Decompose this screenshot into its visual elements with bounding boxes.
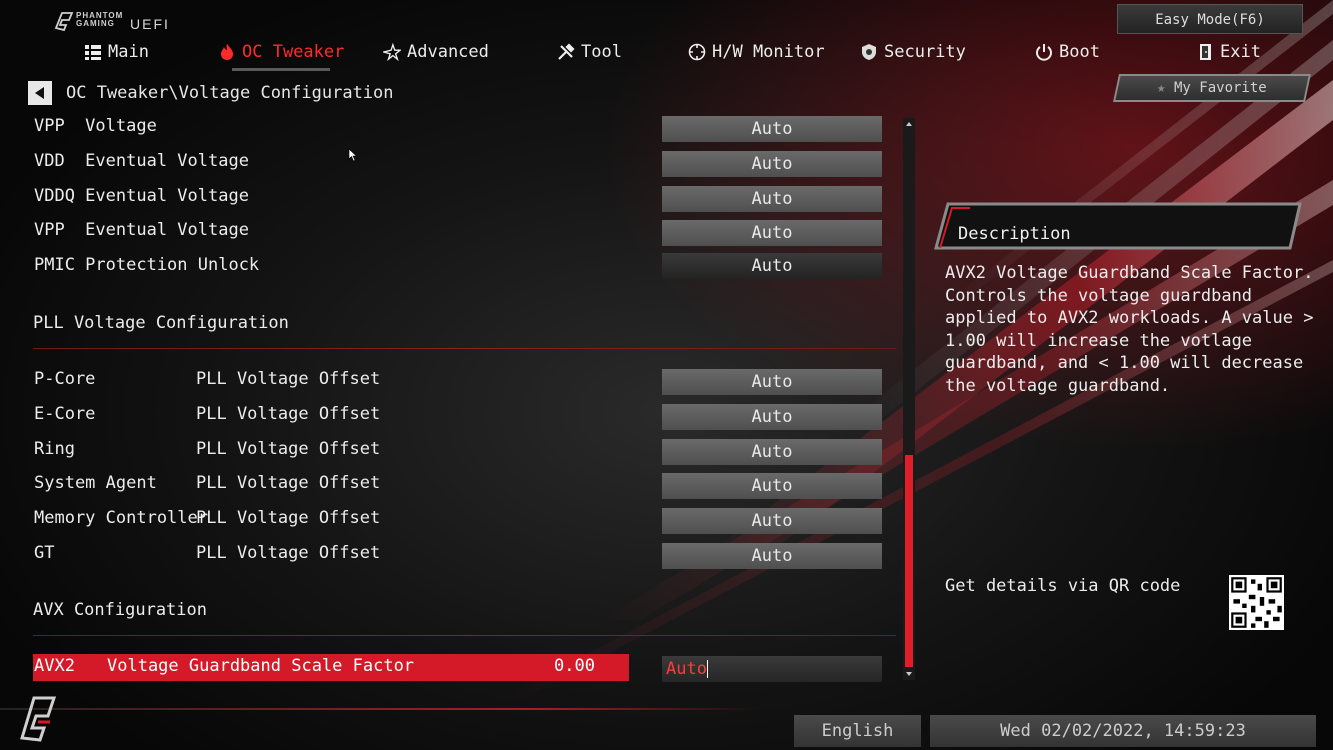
- list-icon: [85, 45, 101, 60]
- main-nav: Main OC Tweaker Advanced Tool H/W Monito…: [0, 37, 1333, 71]
- setting-label-pll-ring: PLL Voltage Offset: [196, 439, 381, 459]
- mouse-pointer-icon: [348, 148, 358, 162]
- easy-mode-button[interactable]: Easy Mode(F6): [1117, 4, 1303, 34]
- tab-boot[interactable]: Boot: [1035, 37, 1100, 67]
- section-title-avx: AVX Configuration: [33, 600, 207, 620]
- setting-row-vddq-eventual[interactable]: VDDQ Eventual Voltage: [34, 186, 249, 206]
- flame-icon: [221, 44, 233, 60]
- scroll-down-icon[interactable]: [903, 668, 915, 680]
- text-caret: [706, 660, 708, 678]
- shield-icon: [862, 44, 876, 60]
- avx2-guardband-value: Auto: [666, 659, 707, 679]
- avx2-guardband-label: Voltage Guardband Scale Factor: [107, 656, 415, 676]
- section-title-pll: PLL Voltage Configuration: [33, 313, 289, 333]
- value-vpp-voltage[interactable]: Auto: [662, 116, 882, 142]
- setting-row-vpp-eventual[interactable]: VPP Eventual Voltage: [34, 220, 249, 240]
- description-title: Description: [958, 224, 1071, 244]
- setting-row-pll-memory-controller[interactable]: Memory Controller: [34, 508, 208, 528]
- tab-main[interactable]: Main: [84, 37, 149, 67]
- star-icon: [383, 43, 401, 61]
- brand-uefi: UEFI: [130, 16, 170, 32]
- pg-logo-icon: [20, 696, 57, 742]
- tab-tool-label: Tool: [581, 42, 622, 62]
- setting-label-pll-system-agent: PLL Voltage Offset: [196, 473, 381, 493]
- value-pll-pcore[interactable]: Auto: [662, 369, 882, 395]
- setting-label-pll-memory-controller: PLL Voltage Offset: [196, 508, 381, 528]
- avx2-guardband-current: 0.00: [554, 656, 595, 676]
- tab-exit[interactable]: Exit: [1196, 37, 1261, 67]
- breadcrumb-path: OC Tweaker\Voltage Configuration: [66, 83, 394, 103]
- setting-label-pll-ecore: PLL Voltage Offset: [196, 404, 381, 424]
- setting-row-vpp-voltage[interactable]: VPP Voltage: [34, 116, 157, 136]
- monitor-icon: [688, 43, 706, 61]
- power-icon: [1036, 44, 1052, 61]
- tab-exit-label: Exit: [1220, 42, 1261, 62]
- tab-hw-monitor-label: H/W Monitor: [712, 42, 825, 62]
- my-favorite-label: My Favorite: [1173, 80, 1267, 96]
- back-button[interactable]: [28, 81, 52, 105]
- tab-tool[interactable]: Tool: [557, 37, 622, 67]
- avx2-prefix: AVX2: [34, 656, 75, 676]
- value-pll-memory-controller[interactable]: Auto: [662, 508, 882, 534]
- setting-row-pll-ecore[interactable]: E-Core: [34, 404, 95, 424]
- pg-logo-icon: [54, 12, 74, 32]
- value-pll-ring[interactable]: Auto: [662, 439, 882, 465]
- setting-row-pmic-unlock[interactable]: PMIC Protection Unlock: [34, 255, 259, 275]
- tab-advanced-label: Advanced: [407, 42, 489, 62]
- tools-icon: [558, 43, 575, 60]
- value-pll-system-agent[interactable]: Auto: [662, 473, 882, 499]
- scroll-up-icon[interactable]: [903, 118, 915, 130]
- exit-icon: [1200, 44, 1211, 60]
- value-vddq-eventual[interactable]: Auto: [662, 186, 882, 212]
- tab-oc-tweaker-label: OC Tweaker: [242, 42, 345, 62]
- my-favorite-button[interactable]: ★ My Favorite: [1113, 74, 1311, 102]
- tab-oc-tweaker[interactable]: OC Tweaker: [218, 37, 345, 71]
- value-vdd-eventual[interactable]: Auto: [662, 151, 882, 177]
- language-button[interactable]: English: [794, 715, 921, 747]
- brand-line2: GAMING: [76, 19, 115, 28]
- value-pll-gt[interactable]: Auto: [662, 543, 882, 569]
- value-vpp-eventual[interactable]: Auto: [662, 220, 882, 246]
- qr-code-image: [1229, 575, 1284, 630]
- value-pmic-unlock[interactable]: Auto: [662, 253, 882, 279]
- footer-accent-line: [0, 708, 760, 710]
- star-icon: ★: [1157, 80, 1166, 96]
- setting-label-pll-pcore: PLL Voltage Offset: [196, 369, 381, 389]
- tab-main-label: Main: [108, 42, 149, 62]
- phantom-gaming-logo: PHANTOM GAMING UEFI: [52, 8, 182, 34]
- setting-row-pll-system-agent[interactable]: System Agent: [34, 473, 157, 493]
- tab-security[interactable]: Security: [860, 37, 966, 67]
- datetime-display: Wed 02/02/2022, 14:59:23: [930, 715, 1316, 747]
- setting-label-pll-gt: PLL Voltage Offset: [196, 543, 381, 563]
- avx2-guardband-input[interactable]: Auto: [662, 656, 882, 682]
- setting-row-pll-gt[interactable]: GT: [34, 543, 54, 563]
- setting-row-pll-ring[interactable]: Ring: [34, 439, 75, 459]
- section-divider: [33, 348, 896, 349]
- setting-row-pll-pcore[interactable]: P-Core: [34, 369, 95, 389]
- tab-boot-label: Boot: [1059, 42, 1100, 62]
- scrollbar-thumb[interactable]: [905, 455, 913, 667]
- description-body: AVX2 Voltage Guardband Scale Factor. Con…: [945, 263, 1314, 396]
- section-divider: [33, 635, 896, 636]
- setting-row-vdd-eventual[interactable]: VDD Eventual Voltage: [34, 151, 249, 171]
- value-pll-ecore[interactable]: Auto: [662, 404, 882, 430]
- breadcrumb: OC Tweaker\Voltage Configuration: [28, 80, 394, 106]
- tab-hw-monitor[interactable]: H/W Monitor: [688, 37, 825, 67]
- tab-security-label: Security: [884, 42, 966, 62]
- tab-advanced[interactable]: Advanced: [383, 37, 489, 67]
- qr-code-label: Get details via QR code: [945, 576, 1181, 596]
